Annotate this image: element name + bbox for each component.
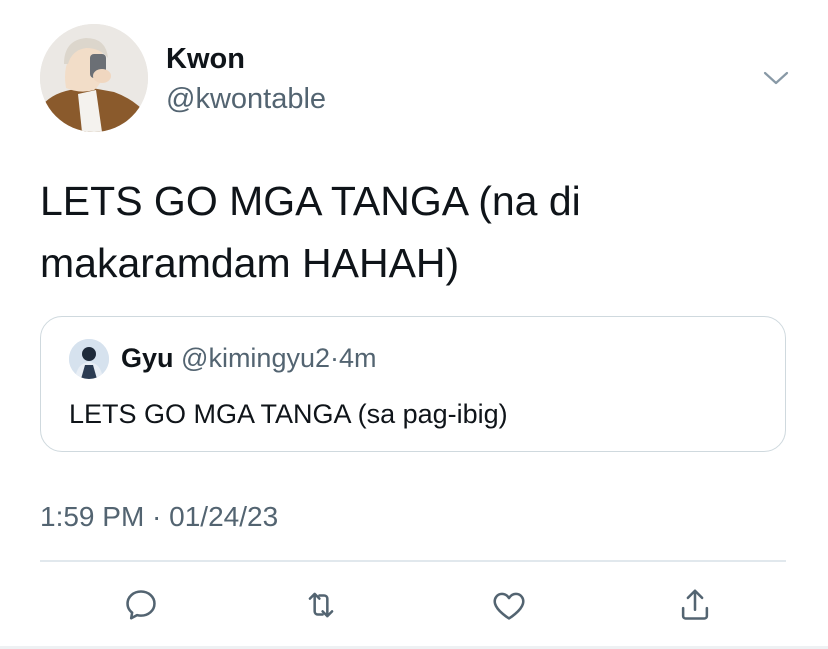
author-display-name[interactable]: Kwon: [166, 42, 245, 76]
heart-icon: [493, 592, 525, 620]
retweet-button[interactable]: [302, 586, 340, 624]
quoted-author-avatar: [69, 339, 109, 379]
chevron-down-icon[interactable]: [762, 68, 790, 88]
retweet-icon: [308, 592, 334, 618]
quoted-time: 4m: [339, 343, 377, 373]
quoted-handle: @kimingyu2: [181, 343, 330, 373]
quoted-tweet-header: Gyu @kimingyu2·4m: [121, 341, 377, 375]
tweet-timestamp[interactable]: 1:59 PM · 01/24/23: [40, 500, 278, 534]
share-button[interactable]: [676, 586, 714, 624]
quoted-display-name: Gyu: [121, 343, 174, 373]
tweet-text: LETS GO MGA TANGA (na di makaramdam HAHA…: [40, 178, 581, 286]
author-avatar[interactable]: [40, 24, 148, 132]
speech-bubble-icon: [126, 590, 156, 620]
quoted-tweet-text: LETS GO MGA TANGA (sa pag-ibig): [69, 399, 508, 429]
share-icon: [681, 589, 709, 620]
like-button[interactable]: [490, 586, 528, 624]
quoted-tweet-card[interactable]: Gyu @kimingyu2·4m LETS GO MGA TANGA (sa …: [40, 316, 786, 452]
reply-button[interactable]: [122, 586, 160, 624]
divider: [40, 560, 786, 562]
author-handle[interactable]: @kwontable: [166, 82, 326, 116]
quoted-separator: ·: [330, 343, 339, 373]
quoted-profile-photo: [69, 339, 109, 379]
profile-photo: [40, 24, 148, 132]
